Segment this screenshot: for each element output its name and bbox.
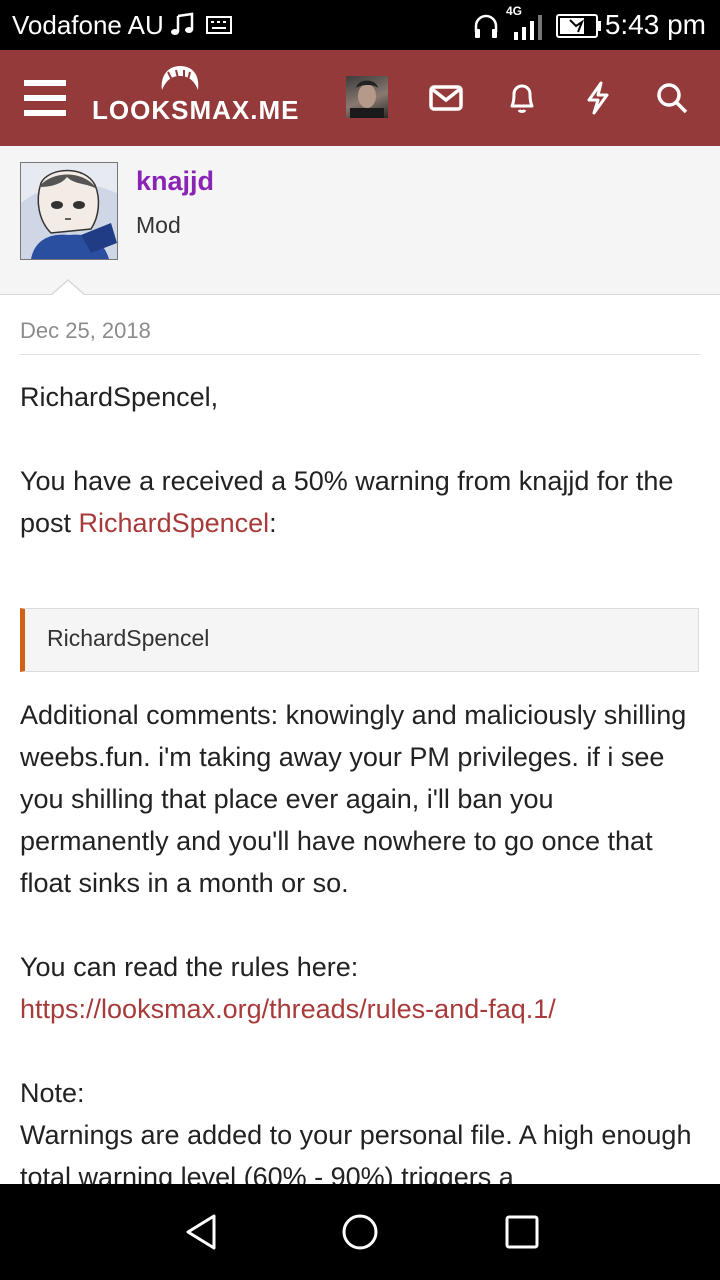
menu-icon[interactable] (24, 80, 66, 116)
keyboard-icon (206, 16, 232, 34)
system-nav-bar (0, 1184, 720, 1280)
clock: 5:43 pm (604, 9, 706, 40)
warning-paragraph: You have a received a 50% warning from k… (20, 460, 700, 544)
mail-icon[interactable] (428, 80, 464, 116)
rules-intro: You can read the rules here: (20, 952, 359, 982)
search-icon[interactable] (654, 80, 690, 116)
recents-icon[interactable] (502, 1212, 542, 1252)
note-text: Warnings are added to your personal file… (20, 1120, 692, 1184)
greeting-text: RichardSpencel, (20, 382, 219, 412)
site-logo[interactable]: LOOKSMAX.ME (92, 64, 298, 134)
comments-text: Additional comments: knowingly and malic… (20, 700, 687, 898)
quote-block: RichardSpencel (20, 608, 699, 672)
author-name[interactable]: knajjd (136, 166, 214, 197)
logo-hair-icon (161, 66, 199, 90)
divider (20, 354, 700, 355)
back-icon[interactable] (182, 1212, 222, 1252)
author-title: Mod (136, 212, 181, 238)
bell-icon[interactable] (504, 80, 540, 116)
post-content: knajjd Mod Dec 25, 2018 RichardSpencel, … (0, 146, 720, 1184)
battery-icon (556, 14, 601, 38)
note-label: Note: (20, 1078, 85, 1108)
rules-link[interactable]: https://looksmax.org/threads/rules-and-f… (20, 994, 556, 1024)
lightning-icon[interactable] (580, 80, 616, 116)
logo-text: LOOKSMAX.ME (92, 95, 300, 125)
signal-icon (514, 15, 542, 40)
app-header: LOOKSMAX.ME (0, 50, 720, 146)
home-icon[interactable] (340, 1212, 380, 1252)
rules-link-line: https://looksmax.org/threads/rules-and-f… (20, 988, 700, 1030)
status-bar: Vodafone AU 4G 5:43 pm (0, 0, 720, 50)
quote-author[interactable]: RichardSpencel (47, 625, 209, 652)
warned-post-link[interactable]: RichardSpencel (79, 508, 270, 538)
avatar-face-icon (350, 80, 384, 118)
avatar[interactable] (346, 76, 388, 118)
post-date[interactable]: Dec 25, 2018 (20, 318, 151, 344)
anime-avatar-icon (21, 163, 117, 259)
music-icon (171, 12, 194, 35)
headphones-icon (474, 14, 498, 38)
carrier-label: Vodafone AU (12, 10, 164, 40)
warning-suffix: : (269, 508, 277, 538)
post-author-block: knajjd Mod (0, 146, 720, 295)
author-pointer-inner (51, 281, 85, 296)
author-avatar[interactable] (20, 162, 118, 260)
